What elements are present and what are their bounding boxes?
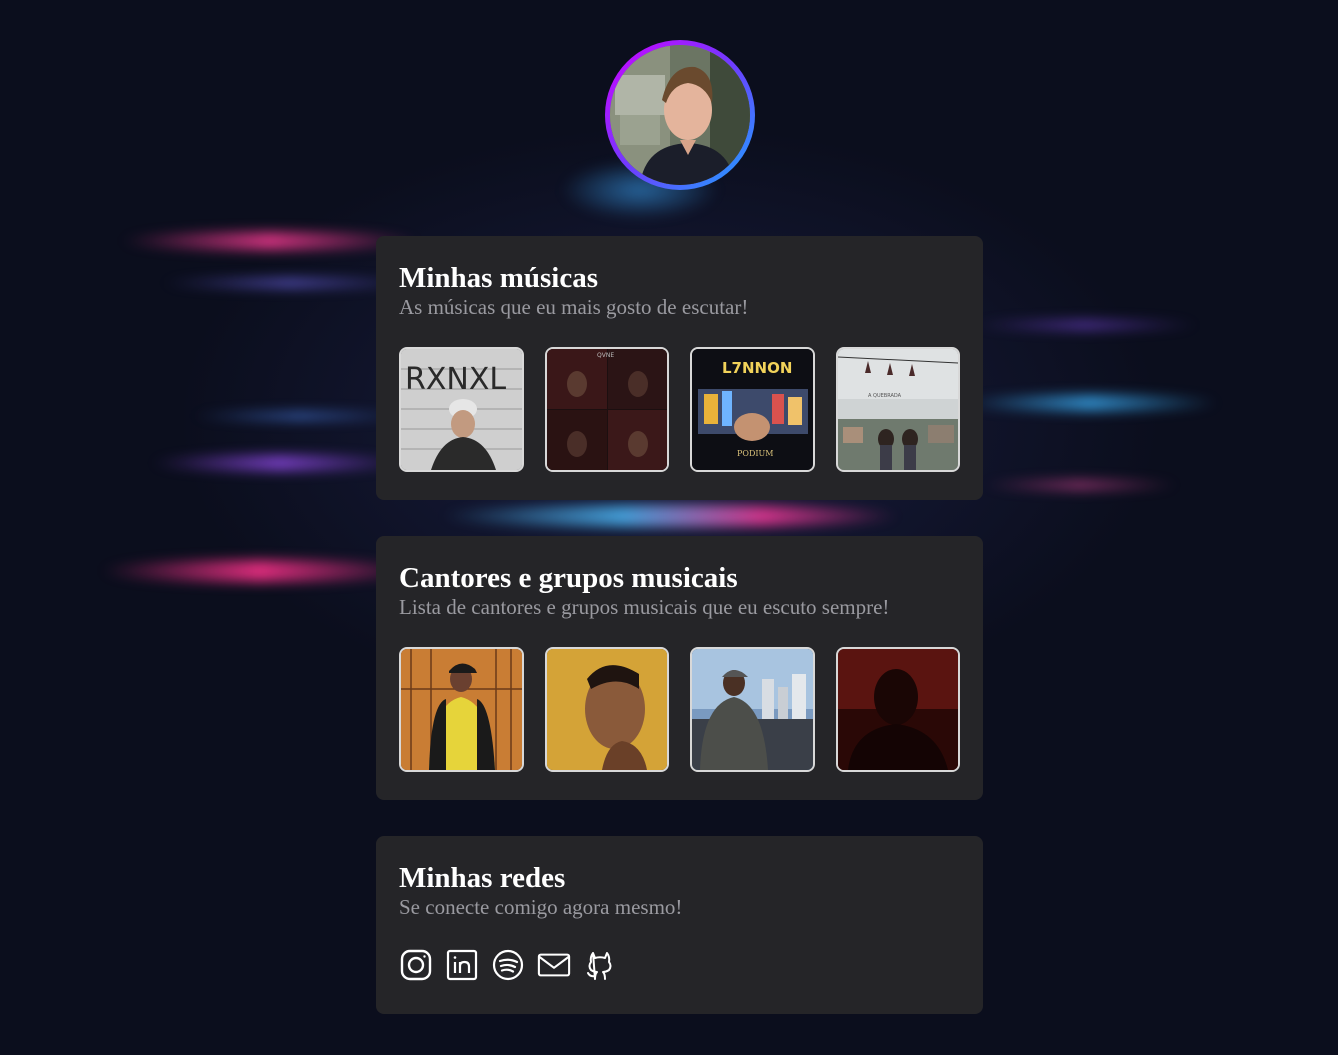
section-title: Cantores e grupos musicais	[399, 562, 738, 594]
album-cover[interactable]: A QUEBRADA	[835, 347, 960, 472]
artist-photo[interactable]	[690, 647, 815, 772]
spotify-icon[interactable]	[491, 948, 525, 982]
artist-photos	[399, 647, 960, 772]
github-icon[interactable]	[583, 948, 617, 982]
svg-text:PODIUM: PODIUM	[737, 449, 773, 458]
album-cover[interactable]: QVNE	[544, 347, 669, 472]
section-title: Minhas músicas	[399, 262, 599, 294]
svg-text:A QUEBRADA: A QUEBRADA	[868, 393, 902, 399]
music-section: Minhas músicas As músicas que eu mais go…	[376, 230, 983, 500]
artists-section: Cantores e grupos musicais Lista de cant…	[376, 530, 983, 800]
artist-photo[interactable]	[835, 647, 960, 772]
section-subtitle: Se conecte comigo agora mesmo!	[399, 895, 683, 919]
section-title: Minhas redes	[399, 862, 566, 894]
social-links	[399, 948, 960, 982]
avatar	[610, 45, 750, 185]
album-cover[interactable]: RXNXL	[399, 347, 524, 472]
music-covers: RXNXL QVNE L7NNON PODIUM A QUEBRADA	[399, 347, 960, 472]
svg-text:RXNXL: RXNXL	[405, 362, 506, 397]
artist-photo[interactable]	[399, 647, 524, 772]
section-subtitle: Lista de cantores e grupos musicais que …	[399, 595, 890, 619]
section-subtitle: As músicas que eu mais gosto de escutar!	[399, 295, 749, 319]
artist-photo[interactable]	[544, 647, 669, 772]
svg-text:QVNE: QVNE	[597, 352, 614, 359]
instagram-icon[interactable]	[399, 948, 433, 982]
socials-section: Minhas redes Se conecte comigo agora mes…	[376, 830, 983, 1014]
linkedin-icon[interactable]	[445, 948, 479, 982]
svg-text:L7NNON: L7NNON	[722, 359, 792, 377]
avatar-ring	[605, 40, 755, 190]
mail-icon[interactable]	[537, 948, 571, 982]
album-cover[interactable]: L7NNON PODIUM	[690, 347, 815, 472]
